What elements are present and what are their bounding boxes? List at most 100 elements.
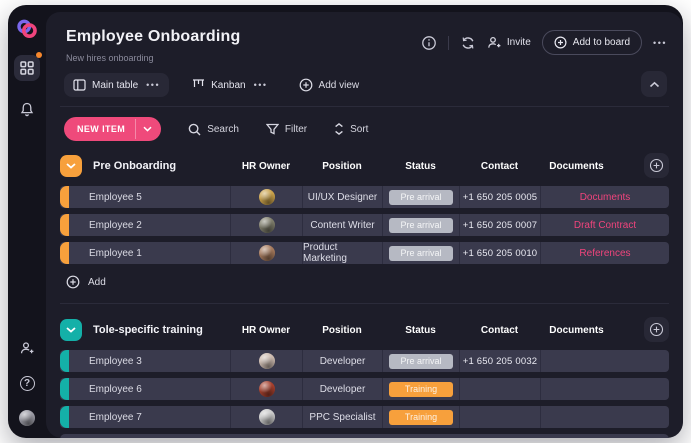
sync-button[interactable] [460, 35, 476, 51]
add-item-button[interactable]: Add [66, 270, 669, 294]
position-cell[interactable]: Content Writer [302, 214, 382, 236]
new-item-button[interactable]: NEW ITEM [64, 117, 161, 141]
more-dots-icon[interactable]: ••• [653, 38, 667, 48]
documents-cell[interactable]: Draft Contract [540, 214, 669, 236]
hr-owner-avatar [259, 217, 275, 233]
position-cell[interactable]: Product Marketing [302, 242, 382, 264]
table-row[interactable]: Employee 1 Product Marketing Pre arrival… [60, 242, 669, 264]
table-row[interactable]: Employee 6 Developer Training [60, 378, 669, 400]
document-link[interactable]: Documents [580, 192, 631, 203]
hr-owner-cell[interactable] [230, 378, 302, 400]
filter-button[interactable]: Filter [266, 123, 307, 135]
person-add-icon [487, 36, 502, 49]
position-cell[interactable]: UI/UX Designer [302, 186, 382, 208]
document-link[interactable]: References [579, 248, 630, 259]
contact-value: +1 650 205 0005 [463, 192, 538, 203]
tab-menu-dots-icon[interactable]: ••• [254, 80, 268, 90]
new-item-dropdown[interactable] [135, 119, 161, 139]
tab-menu-dots-icon[interactable]: ••• [146, 80, 160, 90]
hr-owner-cell[interactable] [230, 406, 302, 428]
status-cell[interactable]: Pre arrival [382, 350, 459, 372]
table-row[interactable]: Employee 5 UI/UX Designer Pre arrival +1… [60, 186, 669, 208]
employee-name-cell[interactable]: Employee 2 [60, 214, 230, 236]
documents-cell[interactable]: References [540, 242, 669, 264]
brand-logo[interactable] [16, 18, 38, 40]
info-button[interactable] [421, 35, 437, 51]
status-cell[interactable]: Pre arrival [382, 214, 459, 236]
plus-circle-icon [554, 36, 567, 49]
table-row[interactable]: Employee 7 PPC Specialist Training [60, 406, 669, 428]
position-cell[interactable]: Developer [302, 350, 382, 372]
chevron-up-icon [649, 81, 660, 88]
notification-dot [36, 52, 42, 58]
add-view-button[interactable]: Add view [299, 78, 360, 92]
hr-owner-cell[interactable] [230, 214, 302, 236]
filter-label: Filter [285, 124, 307, 135]
status-cell[interactable]: Training [382, 406, 459, 428]
hr-owner-cell[interactable] [230, 242, 302, 264]
column-header-position[interactable]: Position [302, 325, 382, 336]
hr-owner-cell[interactable] [230, 186, 302, 208]
documents-cell[interactable]: Documents [540, 186, 669, 208]
notifications-button[interactable] [14, 96, 40, 122]
column-header-status[interactable]: Status [382, 325, 459, 336]
contact-cell[interactable]: +1 650 205 0010 [459, 242, 540, 264]
contact-cell[interactable]: +1 650 205 0005 [459, 186, 540, 208]
hr-owner-avatar [259, 409, 275, 425]
row-color-accent [60, 214, 69, 236]
apps-grid-button[interactable] [14, 55, 40, 81]
status-cell[interactable]: Pre arrival [382, 242, 459, 264]
group-name[interactable]: Pre Onboarding [93, 160, 176, 172]
document-link[interactable]: Draft Contract [574, 220, 636, 231]
employee-name-cell[interactable]: Employee 3 [60, 350, 230, 372]
search-button[interactable]: Search [188, 123, 239, 136]
employee-name-cell[interactable]: Employee 6 [60, 378, 230, 400]
sort-button[interactable]: Sort [334, 123, 368, 135]
profile-avatar[interactable] [19, 410, 35, 426]
invite-button[interactable]: Invite [487, 36, 531, 49]
board-table: Pre Onboarding HR Owner Position Status … [60, 154, 669, 438]
employee-name-cell[interactable]: Employee 7 [60, 406, 230, 428]
help-button[interactable]: ? [14, 370, 40, 396]
contact-cell[interactable]: +1 650 205 0007 [459, 214, 540, 236]
collapse-header-button[interactable] [641, 71, 667, 97]
column-header-contact[interactable]: Contact [459, 161, 540, 172]
group-collapse-button[interactable] [60, 155, 82, 177]
employee-name: Employee 7 [89, 412, 142, 423]
position-cell[interactable]: Developer [302, 378, 382, 400]
column-header-status[interactable]: Status [382, 161, 459, 172]
add-column-button[interactable] [644, 153, 669, 178]
tab-kanban[interactable]: Kanban ••• [183, 73, 276, 97]
documents-cell[interactable] [540, 406, 669, 428]
employee-name: Employee 2 [89, 220, 142, 231]
documents-cell[interactable] [540, 378, 669, 400]
position-cell[interactable]: PPC Specialist [302, 406, 382, 428]
status-cell[interactable]: Training [382, 378, 459, 400]
search-label: Search [207, 124, 239, 135]
invite-member-button[interactable] [14, 335, 40, 361]
tab-main-table[interactable]: Main table ••• [64, 73, 169, 97]
column-header-hr-owner[interactable]: HR Owner [230, 325, 302, 336]
table-row[interactable]: Employee 3 Developer Pre arrival +1 650 … [60, 350, 669, 372]
employee-name-cell[interactable]: Employee 5 [60, 186, 230, 208]
add-column-button[interactable] [644, 317, 669, 342]
column-header-hr-owner[interactable]: HR Owner [230, 161, 302, 172]
contact-value: +1 650 205 0007 [463, 220, 538, 231]
hr-owner-cell[interactable] [230, 350, 302, 372]
contact-cell[interactable] [459, 378, 540, 400]
employee-name-cell[interactable]: Employee 1 [60, 242, 230, 264]
table-row[interactable]: Employee 2 Content Writer Pre arrival +1… [60, 214, 669, 236]
position-value: UI/UX Designer [308, 192, 377, 203]
column-header-contact[interactable]: Contact [459, 325, 540, 336]
add-to-board-button[interactable]: Add to board [542, 30, 642, 55]
column-header-position[interactable]: Position [302, 161, 382, 172]
hr-owner-avatar [259, 189, 275, 205]
status-cell[interactable]: Pre arrival [382, 186, 459, 208]
status-badge: Pre arrival [389, 354, 453, 369]
contact-cell[interactable] [459, 406, 540, 428]
contact-cell[interactable]: +1 650 205 0032 [459, 350, 540, 372]
group-name[interactable]: Tole-specific training [93, 324, 203, 336]
documents-cell[interactable] [540, 350, 669, 372]
group-collapse-button[interactable] [60, 319, 82, 341]
tab-label: Kanban [211, 80, 245, 91]
